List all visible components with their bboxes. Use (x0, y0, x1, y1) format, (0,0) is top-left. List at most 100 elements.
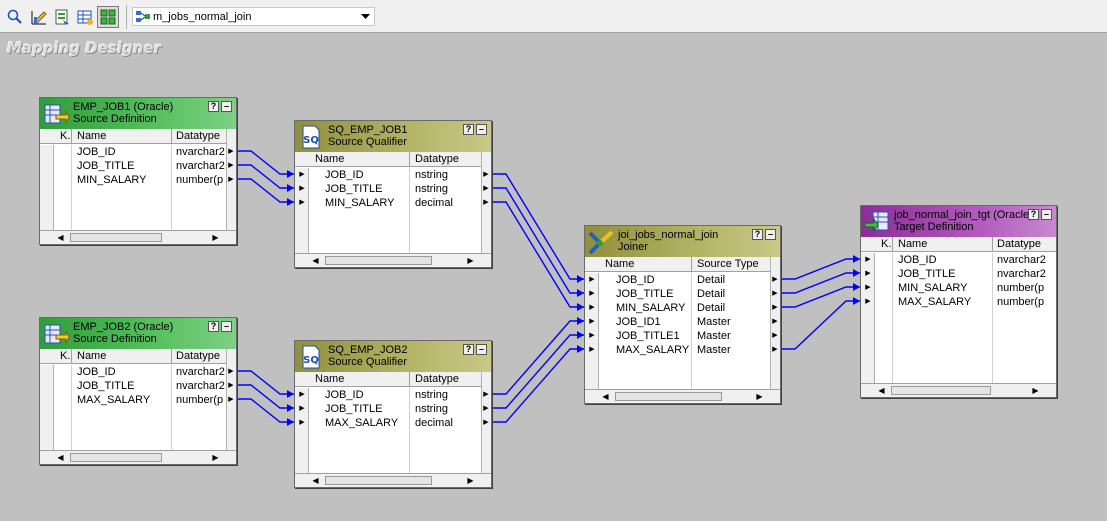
source-definition-emp-job2[interactable]: EMP_JOB2 (Oracle) Source Definition ? – … (39, 317, 237, 465)
input-port-icon[interactable]: ▶ (588, 331, 596, 341)
port-link[interactable] (237, 164, 294, 189)
port-link[interactable] (237, 178, 294, 203)
input-port-icon[interactable]: ▶ (298, 390, 306, 400)
port-row[interactable]: ▶ MAX_SALARY number(p (861, 295, 1056, 309)
port-row[interactable]: ▶ MAX_SALARY decimal ▶ (295, 416, 491, 430)
box-header[interactable]: EMP_JOB2 (Oracle) Source Definition ? – (40, 318, 236, 349)
minimize-icon[interactable]: – (765, 229, 776, 240)
help-icon[interactable]: ? (208, 321, 219, 332)
table-grid-icon[interactable] (74, 6, 96, 28)
output-port-icon[interactable]: ▶ (482, 418, 490, 428)
box-header[interactable]: EMP_JOB1 (Oracle) Source Definition ? – (40, 98, 236, 129)
output-port-icon[interactable]: ▶ (227, 367, 235, 377)
port-link[interactable] (492, 348, 584, 423)
port-row[interactable]: JOB_TITLE nvarchar2 ▶ (40, 159, 236, 173)
source-qualifier-sq-emp-job2[interactable]: SQ SQ_EMP_JOB2 Source Qualifier ? – Name… (294, 340, 492, 488)
port-row[interactable]: ▶ JOB_TITLE nstring ▶ (295, 182, 491, 196)
output-port-icon[interactable]: ▶ (771, 275, 779, 285)
box-header[interactable]: joi_jobs_normal_join Joiner ? – (585, 226, 780, 257)
horizontal-scrollbar[interactable]: ◀ ▶ (40, 450, 236, 464)
output-port-icon[interactable]: ▶ (482, 184, 490, 194)
port-row[interactable]: MAX_SALARY number(p ▶ (40, 393, 236, 407)
joiner-transformation[interactable]: joi_jobs_normal_join Joiner ? – Name Sou… (584, 225, 781, 404)
box-header[interactable]: SQ SQ_EMP_JOB1 Source Qualifier ? – (295, 121, 491, 152)
input-port-icon[interactable]: ▶ (588, 317, 596, 327)
port-row[interactable]: ▶ JOB_ID1 Master ▶ (585, 315, 780, 329)
output-port-icon[interactable]: ▶ (482, 198, 490, 208)
minimize-icon[interactable]: – (1041, 209, 1052, 220)
input-port-icon[interactable]: ▶ (864, 269, 872, 279)
port-row[interactable]: ▶ JOB_ID nstring ▶ (295, 388, 491, 402)
port-row[interactable]: ▶ JOB_ID nvarchar2 (861, 253, 1056, 267)
minimize-icon[interactable]: – (221, 101, 232, 112)
port-link[interactable] (492, 334, 584, 409)
input-port-icon[interactable]: ▶ (298, 170, 306, 180)
output-port-icon[interactable]: ▶ (771, 331, 779, 341)
help-icon[interactable]: ? (463, 344, 474, 355)
port-row[interactable]: ▶ JOB_ID Detail ▶ (585, 273, 780, 287)
port-row[interactable]: JOB_ID nvarchar2 ▶ (40, 145, 236, 159)
input-port-icon[interactable]: ▶ (864, 255, 872, 265)
output-port-icon[interactable]: ▶ (227, 381, 235, 391)
port-link[interactable] (237, 384, 294, 409)
minimize-icon[interactable]: – (476, 344, 487, 355)
input-port-icon[interactable]: ▶ (864, 297, 872, 307)
port-link[interactable] (237, 150, 294, 175)
port-row[interactable]: ▶ MIN_SALARY decimal ▶ (295, 196, 491, 210)
input-port-icon[interactable]: ▶ (298, 184, 306, 194)
port-row[interactable]: ▶ MIN_SALARY Detail ▶ (585, 301, 780, 315)
port-row[interactable]: ▶ MIN_SALARY number(p (861, 281, 1056, 295)
output-port-icon[interactable]: ▶ (771, 303, 779, 313)
input-port-icon[interactable]: ▶ (298, 404, 306, 414)
port-link[interactable] (781, 272, 860, 294)
magnifier-icon[interactable] (4, 6, 26, 28)
output-port-icon[interactable]: ▶ (482, 404, 490, 414)
input-port-icon[interactable]: ▶ (588, 275, 596, 285)
mapping-select[interactable]: m_jobs_normal_join (132, 7, 375, 26)
input-port-icon[interactable]: ▶ (588, 289, 596, 299)
port-link[interactable] (492, 173, 584, 280)
output-port-icon[interactable]: ▶ (227, 161, 235, 171)
port-row[interactable]: ▶ JOB_TITLE1 Master ▶ (585, 329, 780, 343)
port-row[interactable]: JOB_ID nvarchar2 ▶ (40, 365, 236, 379)
output-port-icon[interactable]: ▶ (771, 289, 779, 299)
input-port-icon[interactable]: ▶ (864, 283, 872, 293)
input-port-icon[interactable]: ▶ (588, 303, 596, 313)
port-link[interactable] (237, 398, 294, 423)
chevron-down-icon[interactable] (358, 8, 372, 25)
port-row[interactable]: ▶ JOB_TITLE nstring ▶ (295, 402, 491, 416)
port-row[interactable]: ▶ JOB_TITLE nvarchar2 (861, 267, 1056, 281)
port-row[interactable]: ▶ JOB_ID nstring ▶ (295, 168, 491, 182)
port-row[interactable]: ▶ JOB_TITLE Detail ▶ (585, 287, 780, 301)
output-port-icon[interactable]: ▶ (227, 395, 235, 405)
port-row[interactable]: JOB_TITLE nvarchar2 ▶ (40, 379, 236, 393)
minimize-icon[interactable]: – (476, 124, 487, 135)
port-link[interactable] (237, 370, 294, 395)
input-port-icon[interactable]: ▶ (298, 418, 306, 428)
output-port-icon[interactable]: ▶ (227, 147, 235, 157)
arrange-icon[interactable] (97, 6, 119, 28)
port-link[interactable] (781, 286, 860, 308)
source-definition-emp-job1[interactable]: EMP_JOB1 (Oracle) Source Definition ? – … (39, 97, 237, 245)
help-icon[interactable]: ? (1028, 209, 1039, 220)
target-definition-job-normal-join-tgt[interactable]: job_normal_join_tgt (Oracle) Target Defi… (860, 205, 1057, 398)
port-row[interactable]: ▶ MAX_SALARY Master ▶ (585, 343, 780, 357)
port-link[interactable] (781, 300, 860, 350)
horizontal-scrollbar[interactable]: ◀ ▶ (295, 473, 491, 487)
output-port-icon[interactable]: ▶ (771, 317, 779, 327)
horizontal-scrollbar[interactable]: ◀ ▶ (861, 383, 1056, 397)
mapping-canvas[interactable]: Mapping Designer EMP_JOB1 (Oracle) Sourc… (0, 34, 1107, 521)
box-header[interactable]: SQ SQ_EMP_JOB2 Source Qualifier ? – (295, 341, 491, 372)
input-port-icon[interactable]: ▶ (298, 198, 306, 208)
help-icon[interactable]: ? (752, 229, 763, 240)
output-port-icon[interactable]: ▶ (771, 345, 779, 355)
port-link[interactable] (492, 187, 584, 294)
horizontal-scrollbar[interactable]: ◀ ▶ (585, 389, 780, 403)
port-link[interactable] (492, 320, 584, 395)
input-port-icon[interactable]: ▶ (588, 345, 596, 355)
output-port-icon[interactable]: ▶ (482, 390, 490, 400)
box-header[interactable]: job_normal_join_tgt (Oracle) Target Defi… (861, 206, 1056, 237)
output-port-icon[interactable]: ▶ (227, 175, 235, 185)
output-port-icon[interactable]: ▶ (482, 170, 490, 180)
port-link[interactable] (781, 258, 860, 280)
